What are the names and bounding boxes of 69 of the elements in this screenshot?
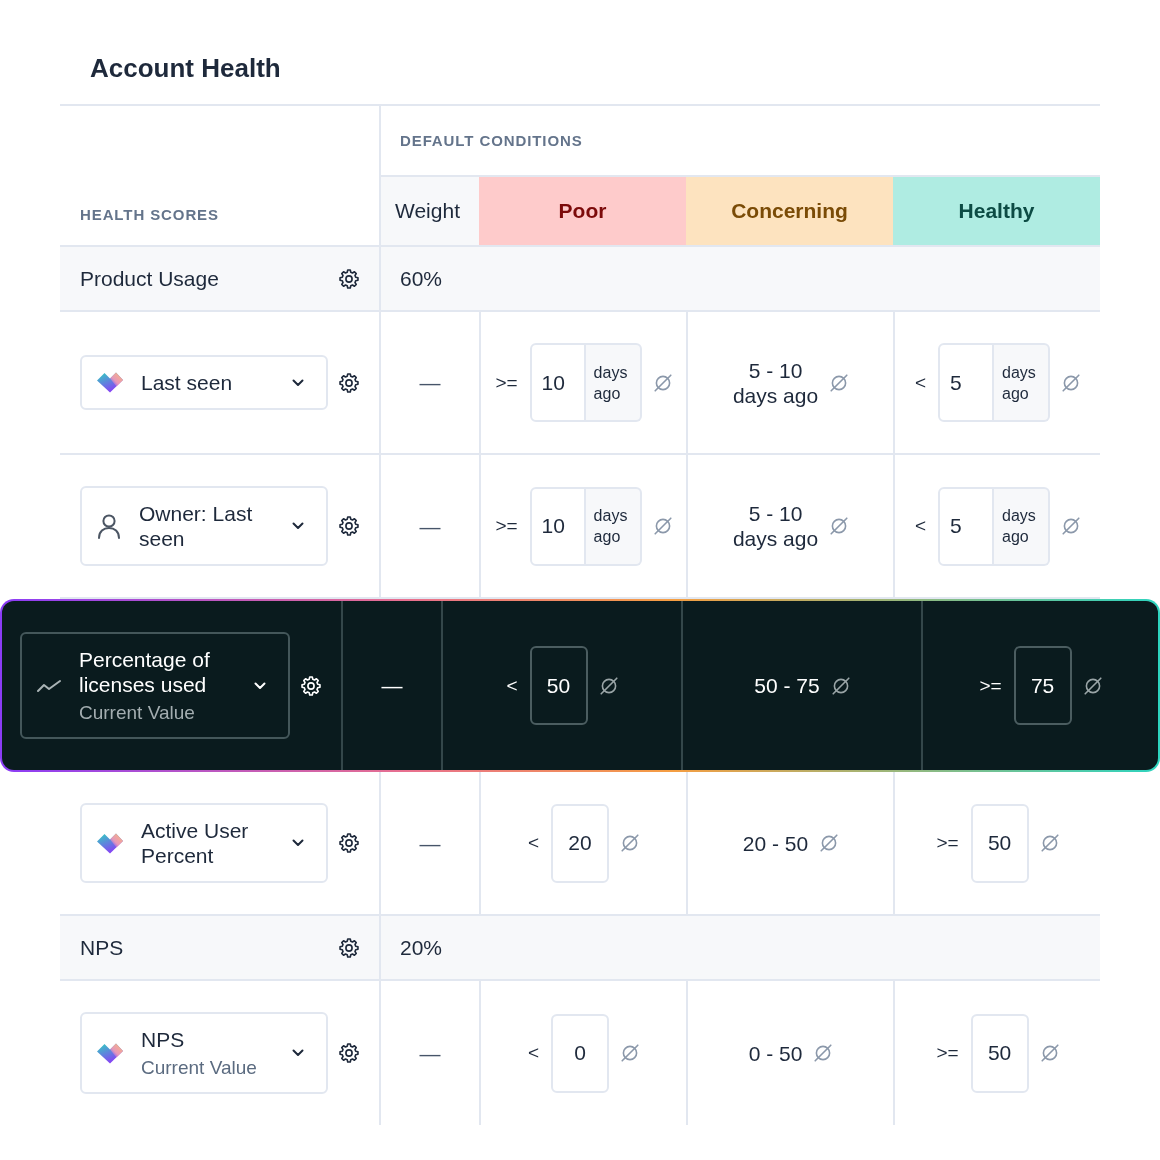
empty-set-icon[interactable] <box>831 676 850 695</box>
threshold-input[interactable]: 5 <box>938 486 995 566</box>
operator-label: >= <box>979 673 1002 698</box>
operator-label: >= <box>495 370 518 395</box>
heart-icon <box>97 372 123 393</box>
operator-label: < <box>914 514 927 538</box>
trend-line-icon <box>37 678 61 693</box>
operator-label: < <box>914 370 927 395</box>
threshold-input[interactable]: 50 <box>970 803 1029 883</box>
threshold-input[interactable]: 75 <box>1013 646 1072 725</box>
metric-dropdown[interactable]: Last seen <box>80 355 328 410</box>
weight-value: 20% <box>400 935 443 960</box>
threshold-input[interactable]: 50 <box>529 646 588 725</box>
range-label: 20 - 50 <box>742 830 809 856</box>
operator-label: >= <box>495 514 518 538</box>
page-title: Account Health <box>90 52 282 85</box>
threshold-input[interactable]: 0 <box>551 1013 610 1093</box>
metric-dropdown[interactable]: Owner: Last seen <box>80 486 328 566</box>
weight-value: — <box>419 830 441 856</box>
unit-addon: days ago <box>585 486 642 566</box>
settings-icon[interactable] <box>339 372 359 393</box>
chevron-down-icon <box>292 839 304 847</box>
settings-icon[interactable] <box>339 1043 359 1063</box>
settings-icon[interactable] <box>339 516 359 536</box>
operator-label: < <box>527 831 540 855</box>
chevron-down-icon <box>292 378 304 387</box>
unit-addon: days ago <box>994 486 1051 566</box>
weight-value: — <box>419 1040 441 1066</box>
operator-label: >= <box>936 1041 959 1065</box>
threshold-input[interactable]: 5 <box>938 343 995 422</box>
default-conditions-label: DEFAULT CONDITIONS <box>400 130 583 151</box>
weight-value: — <box>381 673 403 698</box>
range-label: 50 - 75 <box>754 673 820 698</box>
threshold-input[interactable]: 50 <box>970 1013 1029 1093</box>
operator-label: < <box>506 673 518 698</box>
empty-set-icon[interactable] <box>599 676 618 695</box>
threshold-input[interactable]: 10 <box>529 343 586 422</box>
range-label: 0 - 50 <box>748 1040 803 1066</box>
operator-label: >= <box>936 831 959 855</box>
column-header: Concerning <box>686 177 893 245</box>
weight-value: — <box>419 513 441 539</box>
unit-addon: days ago <box>585 343 642 422</box>
metric-dropdown[interactable]: Active User Percent <box>80 803 328 883</box>
metric-dropdown[interactable]: Percentage of licenses used Current Value <box>20 632 290 739</box>
person-icon <box>97 513 121 539</box>
threshold-input[interactable]: 10 <box>529 486 586 566</box>
operator-label: < <box>527 1041 540 1065</box>
group-name: Product Usage <box>80 266 219 291</box>
metric-dropdown[interactable]: NPS Current Value <box>80 1012 328 1094</box>
chevron-down-icon <box>254 681 266 690</box>
settings-icon[interactable] <box>339 937 359 958</box>
threshold-input[interactable]: 20 <box>551 803 610 883</box>
unit-addon: days ago <box>994 343 1051 422</box>
weight-value: — <box>419 370 441 395</box>
range-label: 5 - 10 days ago <box>732 501 819 551</box>
column-header: Healthy <box>893 177 1100 245</box>
chevron-down-icon <box>292 522 304 530</box>
empty-set-icon[interactable] <box>1083 676 1102 695</box>
heart-icon <box>97 832 123 854</box>
chevron-down-icon <box>292 1049 304 1057</box>
health-scores-label: HEALTH SCORES <box>80 205 219 225</box>
column-header: Weight <box>381 177 479 245</box>
column-header: Poor <box>479 177 686 245</box>
heart-icon <box>97 1042 123 1064</box>
group-name: NPS <box>80 935 124 960</box>
weight-value: 60% <box>400 266 443 291</box>
settings-icon[interactable] <box>339 833 359 853</box>
range-label: 5 - 10 days ago <box>732 357 819 408</box>
settings-icon[interactable] <box>339 268 359 289</box>
